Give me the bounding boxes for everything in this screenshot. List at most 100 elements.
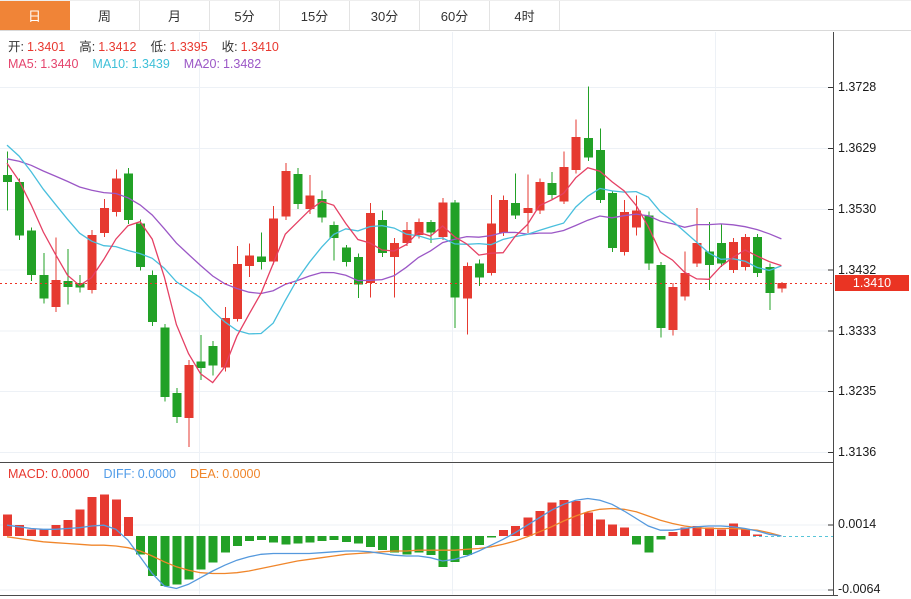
macd-hist-bar xyxy=(729,524,738,536)
macd-hist-bar xyxy=(656,536,665,539)
legend-label: 低: xyxy=(150,40,166,54)
ohlc-info-row: 开:1.3401 高:1.3412 低:1.3395 收:1.3410 xyxy=(8,40,279,54)
candle-body xyxy=(148,275,157,322)
macd-hist-bar xyxy=(741,529,750,536)
ma-legend-ma20: MA20:1.3482 xyxy=(184,57,261,71)
candle-body xyxy=(136,223,145,267)
legend-label: DIFF: xyxy=(104,467,135,481)
candle-body xyxy=(221,318,230,367)
macd-hist-bar xyxy=(427,536,436,555)
macd-hist-bar xyxy=(306,536,315,543)
y-axis-label: 1.3728 xyxy=(838,80,876,94)
candle-body xyxy=(620,212,629,252)
ohlc-legend-close: 收:1.3410 xyxy=(222,40,279,54)
legend-label: MA10: xyxy=(92,57,128,71)
legend-label: 开: xyxy=(8,40,24,54)
macd-hist-bar xyxy=(27,529,36,536)
y-axis-label: 1.3530 xyxy=(838,202,876,216)
macd-legend-diff: DIFF:0.0000 xyxy=(104,467,176,481)
legend-value: 0.0000 xyxy=(222,467,260,481)
macd-hist-bar xyxy=(197,536,206,569)
chart-canvas[interactable] xyxy=(0,0,911,599)
macd-hist-bar xyxy=(209,536,218,563)
macd-hist-bar xyxy=(124,517,133,536)
candle-body xyxy=(15,182,24,236)
current-price-tag: 1.3410 xyxy=(835,275,909,291)
ma-legend-ma5: MA5:1.3440 xyxy=(8,57,78,71)
legend-label: MA20: xyxy=(184,57,220,71)
candle-body xyxy=(463,266,472,299)
legend-label: 高: xyxy=(79,40,95,54)
candle-body xyxy=(197,361,206,368)
candle-body xyxy=(427,222,436,232)
candle-body xyxy=(257,257,266,263)
trading-chart-app: 日周月5分15分30分60分4时 开:1.3401高:1.3412低:1.339… xyxy=(0,0,911,599)
macd-hist-bar xyxy=(245,536,254,541)
macd-hist-bar xyxy=(100,494,109,536)
macd-hist-bar xyxy=(330,536,339,540)
candle-body xyxy=(584,138,593,157)
macd-hist-bar xyxy=(293,536,302,543)
legend-value: 1.3401 xyxy=(27,40,65,54)
legend-value: 1.3412 xyxy=(98,40,136,54)
candle-body xyxy=(765,267,774,293)
candle-body xyxy=(511,203,520,215)
ohlc-legend-low: 低:1.3395 xyxy=(150,40,207,54)
candle-body xyxy=(548,183,557,195)
macd-hist-bar xyxy=(620,528,629,536)
candle-body xyxy=(185,365,194,418)
candle-body xyxy=(293,174,302,204)
macd-hist-bar xyxy=(608,524,617,536)
candle-body xyxy=(656,265,665,328)
candle-body xyxy=(669,287,678,330)
candle-body xyxy=(172,393,181,417)
macd-hist-bar xyxy=(439,536,448,567)
legend-label: DEA: xyxy=(190,467,219,481)
ma-info-row: MA5:1.3440 MA10:1.3439 MA20:1.3482 xyxy=(8,57,261,71)
candle-body xyxy=(681,273,690,296)
macd-hist-bar xyxy=(487,536,496,538)
y-axis-label: 1.3136 xyxy=(838,445,876,459)
legend-value: 0.0000 xyxy=(51,467,89,481)
candle-body xyxy=(439,202,448,237)
macd-hist-bar xyxy=(644,536,653,553)
candle-body xyxy=(27,231,36,275)
candle-body xyxy=(342,247,351,262)
legend-label: MACD: xyxy=(8,467,48,481)
legend-label: 收: xyxy=(222,40,238,54)
candle-body xyxy=(451,202,460,297)
macd-hist-bar xyxy=(378,536,387,550)
macd-hist-bar xyxy=(257,536,266,540)
candle-body xyxy=(39,275,48,298)
y-axis-label: -0.0064 xyxy=(838,582,880,596)
candle-body xyxy=(560,167,569,202)
macd-hist-bar xyxy=(233,536,242,546)
macd-legend-dea: DEA:0.0000 xyxy=(190,467,260,481)
candle-body xyxy=(717,243,726,263)
candle-body xyxy=(100,208,109,233)
macd-hist-bar xyxy=(390,536,399,553)
macd-hist-bar xyxy=(185,536,194,579)
macd-hist-bar xyxy=(51,525,60,536)
macd-hist-bar xyxy=(463,536,472,555)
ma-legend-ma10: MA10:1.3439 xyxy=(92,57,169,71)
ohlc-legend-high: 高:1.3412 xyxy=(79,40,136,54)
macd-hist-bar xyxy=(354,536,363,543)
macd-info-row: MACD:0.0000DIFF:0.0000DEA:0.0000 xyxy=(8,467,260,481)
macd-hist-bar xyxy=(172,536,181,584)
legend-value: 1.3395 xyxy=(169,40,207,54)
candle-body xyxy=(330,225,339,238)
candle-body xyxy=(209,346,218,366)
macd-hist-bar xyxy=(318,536,327,541)
macd-hist-bar xyxy=(366,536,375,547)
candle-body xyxy=(281,171,290,217)
macd-hist-bar xyxy=(269,536,278,543)
y-axis-label: 1.3333 xyxy=(838,324,876,338)
legend-value: 0.0000 xyxy=(138,467,176,481)
candle-body xyxy=(487,223,496,273)
y-axis-label: 1.3235 xyxy=(838,384,876,398)
macd-hist-bar xyxy=(717,529,726,536)
candle-body xyxy=(608,193,617,248)
macd-hist-bar xyxy=(596,519,605,536)
macd-hist-bar xyxy=(342,536,351,542)
